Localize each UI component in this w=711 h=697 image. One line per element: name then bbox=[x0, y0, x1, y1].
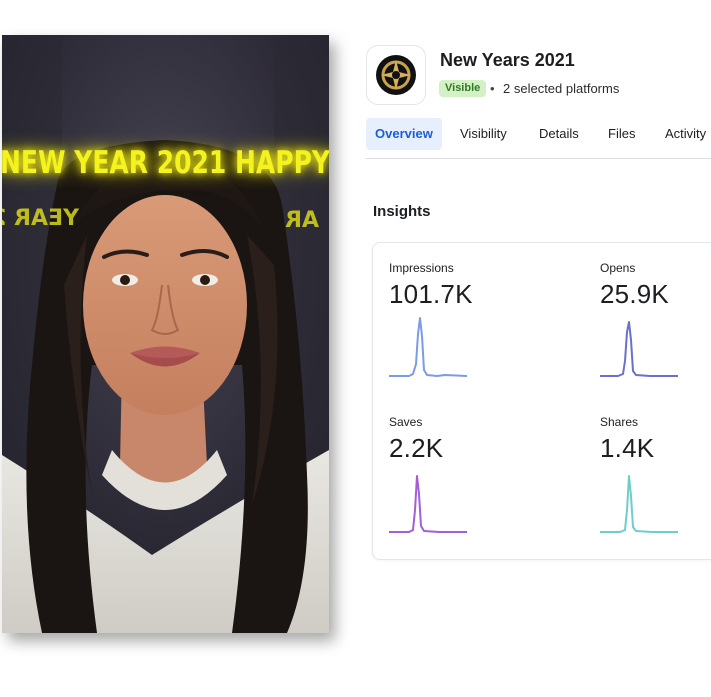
sparkline-path bbox=[600, 321, 678, 377]
sparkline-path bbox=[389, 317, 467, 377]
insights-card: Impressions 101.7K Opens 25.9K Saves 2.2… bbox=[372, 242, 711, 560]
page-title: New Years 2021 bbox=[440, 50, 575, 70]
tab-activity[interactable]: Activity bbox=[665, 118, 706, 150]
gold-emblem-icon bbox=[376, 55, 416, 95]
metric-value: 2.2K bbox=[389, 433, 444, 463]
metric-impressions: Impressions 101.7K bbox=[389, 261, 549, 380]
metric-label: Shares bbox=[600, 415, 639, 429]
metric-value: 1.4K bbox=[600, 433, 655, 463]
shares-sparkline bbox=[600, 475, 678, 533]
lens-preview-photo: AR YEAR 2021 NEW YEAR 2021 HAPPY bbox=[2, 35, 329, 633]
tab-visibility[interactable]: Visibility bbox=[460, 118, 507, 150]
metric-value: 101.7K bbox=[389, 279, 473, 309]
saves-sparkline bbox=[389, 475, 467, 533]
insights-heading: Insights bbox=[373, 203, 431, 220]
metric-label: Impressions bbox=[389, 261, 454, 275]
ar-ring-back-right-text: YEAR 2021 bbox=[2, 206, 80, 231]
separator-dot: • bbox=[490, 81, 495, 96]
tab-details[interactable]: Details bbox=[539, 118, 579, 150]
visibility-status-badge: Visible bbox=[439, 80, 487, 97]
metric-saves: Saves 2.2K bbox=[389, 415, 549, 534]
metric-label: Saves bbox=[389, 415, 423, 429]
selected-platforms-text: 2 selected platforms bbox=[503, 81, 620, 96]
app-icon bbox=[366, 45, 426, 105]
sparkline-path bbox=[600, 475, 678, 533]
metric-value: 25.9K bbox=[600, 279, 669, 309]
metric-label: Opens bbox=[600, 261, 636, 275]
metric-shares: Shares 1.4K bbox=[600, 415, 711, 534]
ar-ring-front-text: NEW YEAR 2021 HAPPY bbox=[2, 145, 329, 181]
ar-ring-back-left-text: AR bbox=[285, 208, 319, 233]
sparkline-path bbox=[389, 475, 467, 533]
opens-sparkline bbox=[600, 321, 678, 377]
tab-files[interactable]: Files bbox=[608, 118, 635, 150]
tabs-divider bbox=[366, 158, 711, 159]
metric-opens: Opens 25.9K bbox=[600, 261, 711, 380]
tab-overview[interactable]: Overview bbox=[366, 118, 442, 150]
lens-preview-illustration: AR YEAR 2021 NEW YEAR 2021 HAPPY bbox=[2, 35, 329, 633]
impressions-sparkline bbox=[389, 317, 467, 377]
